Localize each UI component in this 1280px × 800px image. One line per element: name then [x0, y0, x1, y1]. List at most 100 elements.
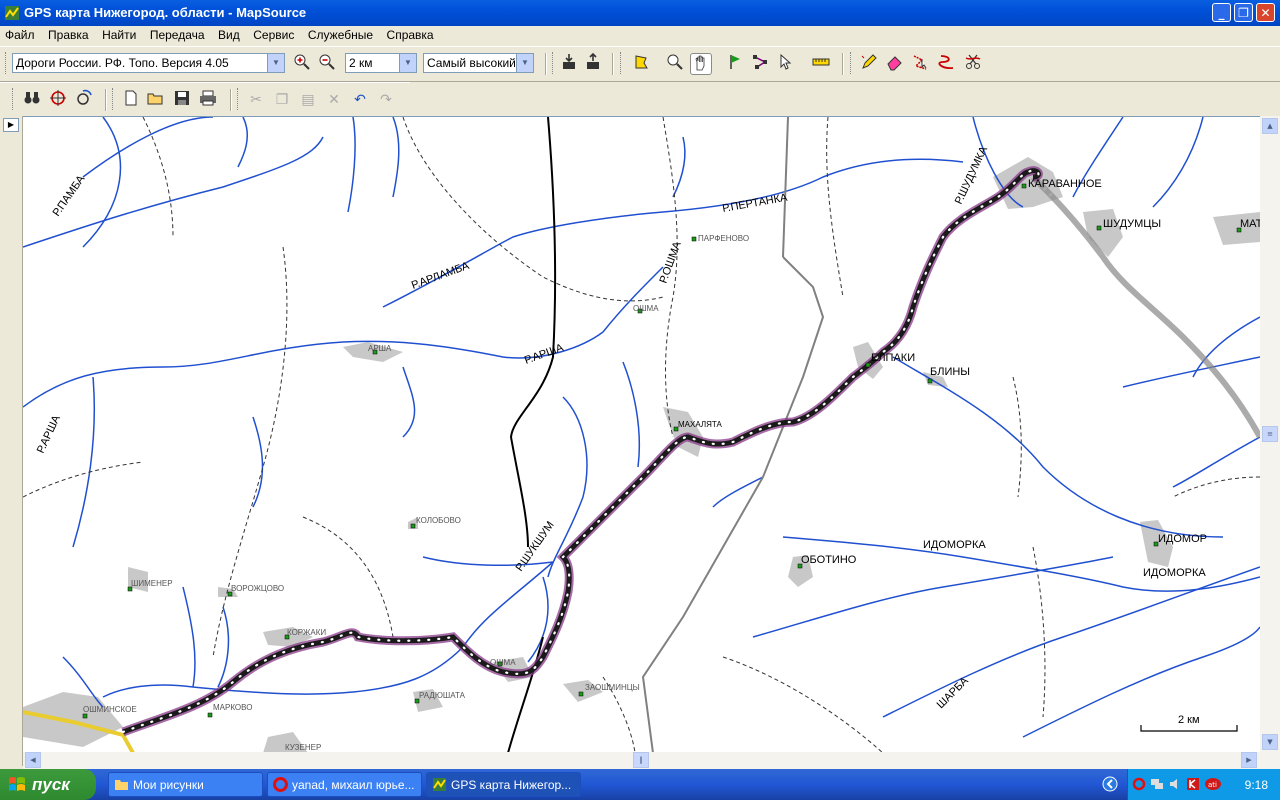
magnifier-icon [667, 54, 683, 70]
track-select-tool[interactable] [910, 53, 932, 75]
place-label: ШУДУМЦЫ [1103, 218, 1161, 230]
menu-transfer[interactable]: Передача [145, 26, 210, 44]
place-label: БЛИНЫ [930, 366, 970, 378]
new-button[interactable] [120, 89, 142, 111]
place-label: КАРАВАННОЕ [1028, 178, 1102, 190]
village-label: ПАРФЕНОВО [698, 234, 749, 243]
taskbar-item-mapsource[interactable]: GPS карта Нижегор... [426, 772, 581, 797]
new-file-icon [125, 90, 137, 106]
menu-service[interactable]: Сервис [248, 26, 299, 44]
place-label: ЕЛПАКИ [871, 352, 915, 364]
scroll-left-button[interactable]: ◀ [25, 752, 41, 768]
taskbar: пуск Мои рисунки yanad, михаил юрье... G… [0, 769, 1280, 800]
scroll-thumb[interactable]: ‖ [633, 752, 649, 768]
print-button[interactable] [197, 89, 219, 111]
zoom-out-button[interactable] [316, 53, 338, 75]
volume-icon[interactable] [1168, 777, 1182, 791]
opera-icon [273, 777, 288, 792]
undo-button[interactable]: ↶ [349, 89, 371, 111]
toolbar-grip[interactable] [552, 52, 556, 74]
pencil-tool[interactable] [858, 53, 880, 75]
vertical-scrollbar[interactable]: ▲ ≡ ▼ [1260, 116, 1280, 752]
redo-button[interactable]: ↷ [375, 89, 397, 111]
measure-tool[interactable] [810, 53, 832, 75]
toolbar-grip[interactable] [112, 88, 116, 110]
save-button[interactable] [171, 89, 193, 111]
taskbar-item-my-pictures[interactable]: Мои рисунки [108, 772, 263, 797]
receive-from-device-button[interactable] [558, 53, 580, 75]
village-label: КОЛОБОВО [416, 516, 461, 525]
scroll-right-button[interactable]: ▶ [1241, 752, 1257, 768]
cut-button[interactable]: ✂ [245, 89, 267, 111]
selection-tool[interactable] [775, 53, 797, 75]
minimize-button[interactable]: _ [1212, 3, 1231, 22]
river-label: Р.ШУДУМКА [953, 144, 991, 206]
scroll-down-button[interactable]: ▼ [1262, 734, 1278, 750]
find-places-icon [50, 90, 66, 106]
highway [641, 256, 825, 753]
track-line[interactable] [121, 166, 1043, 737]
map-product-select[interactable]: Дороги России. РФ. Топо. Версия 4.05 ▼ [12, 53, 285, 73]
zoom-select[interactable]: 2 км ▼ [345, 53, 417, 73]
opera-tray-icon[interactable] [1132, 777, 1146, 791]
maximize-button[interactable]: ❐ [1234, 3, 1253, 22]
expand-panel-button[interactable]: ▶ [3, 118, 19, 132]
map-canvas[interactable]: Р.ПАМБА Р.АРЛАМБА Р.АРША Р.АРША Р.ПЕРТАН… [23, 117, 1260, 753]
start-button[interactable]: пуск [0, 769, 96, 800]
system-tray: ati 9:18 [1102, 769, 1280, 800]
track-join-tool[interactable] [936, 53, 958, 75]
detail-select[interactable]: Самый высокий ▼ [423, 53, 534, 73]
chevron-down-icon[interactable]: ▼ [399, 54, 416, 72]
copy-button[interactable]: ❐ [271, 89, 293, 111]
menu-file[interactable]: Файл [0, 26, 40, 44]
toolbar-grip[interactable] [850, 52, 854, 74]
scroll-up-button[interactable]: ▲ [1262, 118, 1278, 134]
close-button[interactable]: ✕ [1256, 3, 1275, 22]
open-button[interactable] [145, 89, 167, 111]
menu-edit[interactable]: Правка [43, 26, 94, 44]
route-tool[interactable] [750, 53, 772, 75]
map-view[interactable]: Р.ПАМБА Р.АРЛАМБА Р.АРША Р.АРША Р.ПЕРТАН… [23, 116, 1260, 753]
menu-utilities[interactable]: Служебные [303, 26, 378, 44]
antivirus-icon[interactable] [1186, 777, 1200, 791]
village-label: КУЗЕНЕР [285, 743, 321, 752]
toolbar-grip[interactable] [5, 52, 9, 74]
network-icon[interactable] [1150, 777, 1164, 791]
copy-icon: ❐ [275, 92, 289, 108]
map-select-tool[interactable] [630, 53, 652, 75]
menu-find[interactable]: Найти [97, 26, 141, 44]
river-label: Р.АРША [523, 341, 566, 366]
find-button[interactable] [21, 89, 43, 111]
active-track[interactable] [121, 166, 1043, 737]
menu-help[interactable]: Справка [382, 26, 439, 44]
mapsource-app-icon [5, 6, 19, 20]
folder-open-icon [147, 93, 163, 105]
waypoint-tool[interactable] [724, 53, 746, 75]
chevron-down-icon[interactable]: ▼ [516, 54, 533, 72]
dashed-boundaries [23, 117, 1260, 753]
track-divide-tool[interactable] [962, 53, 984, 75]
scroll-thumb[interactable]: ≡ [1262, 426, 1278, 442]
toolbar-grip[interactable] [237, 88, 241, 110]
find-places-button[interactable] [47, 89, 69, 111]
arrow-pointer-icon [780, 53, 792, 70]
zoom-in-button[interactable] [291, 53, 313, 75]
hand-tool[interactable] [690, 53, 712, 75]
find-recent-button[interactable] [73, 89, 95, 111]
zoom-tool[interactable] [664, 53, 686, 75]
eraser-tool[interactable] [884, 53, 906, 75]
delete-button[interactable]: ✕ [323, 89, 345, 111]
place-label: ОБОТИНО [801, 554, 857, 566]
menu-view[interactable]: Вид [213, 26, 245, 44]
paste-button[interactable]: ▤ [297, 89, 319, 111]
taskbar-item-opera[interactable]: yanad, михаил юрье... [267, 772, 422, 797]
chevron-down-icon[interactable]: ▼ [267, 54, 284, 72]
ruler-icon [812, 58, 830, 66]
horizontal-scrollbar[interactable]: ◀ ‖ ▶ [23, 752, 1280, 769]
start-label: пуск [32, 775, 70, 794]
toolbar-grip[interactable] [620, 52, 624, 74]
toolbar-grip[interactable] [12, 88, 16, 110]
send-to-device-button[interactable] [582, 52, 604, 75]
ati-icon[interactable]: ati [1204, 777, 1222, 791]
show-hidden-icons-button[interactable] [1102, 776, 1118, 792]
